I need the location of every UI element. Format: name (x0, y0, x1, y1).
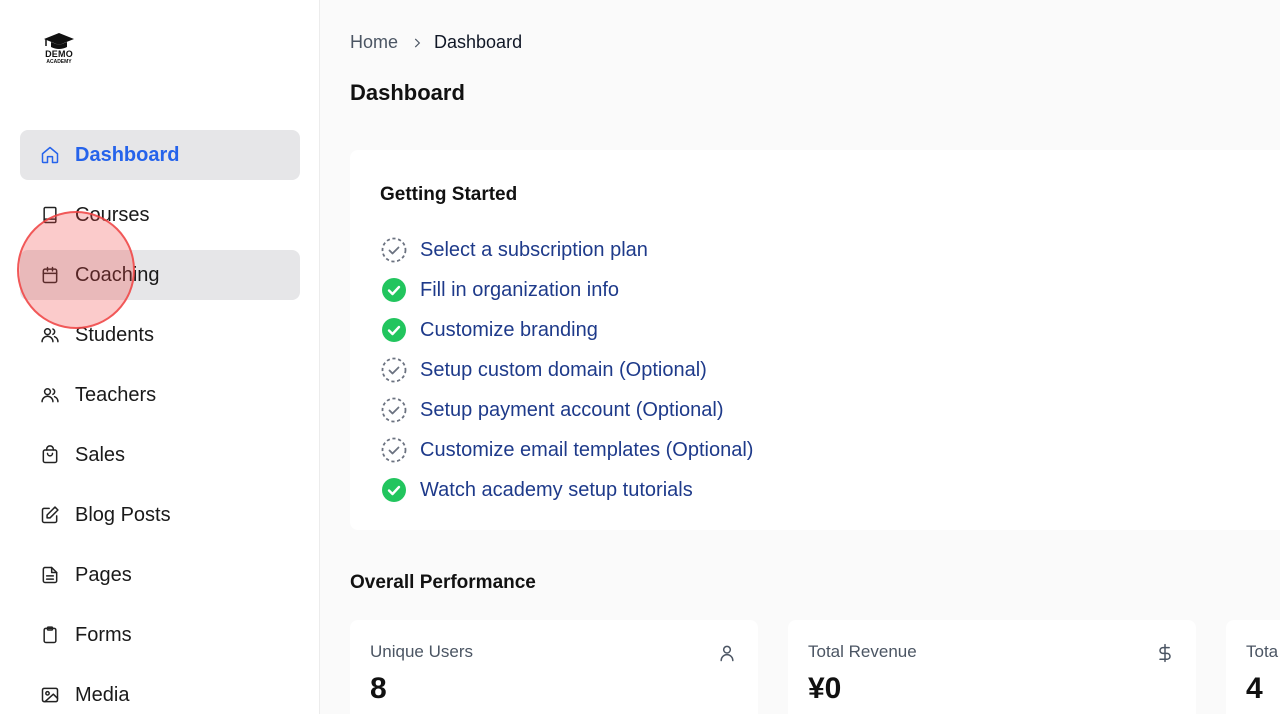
book-icon (40, 205, 60, 225)
task-item[interactable]: Setup payment account (Optional) (380, 390, 753, 430)
sidebar-item-students[interactable]: Students (20, 310, 300, 360)
dashed-check-circle-icon (380, 396, 408, 424)
academy-logo[interactable]: DEMO ACADEMY (40, 32, 78, 72)
main-content: Home Dashboard Dashboard Getting Started… (320, 0, 1280, 714)
task-link[interactable]: Setup payment account (Optional) (420, 399, 724, 422)
calendar-icon (40, 265, 60, 285)
sidebar-item-dashboard[interactable]: Dashboard (20, 130, 300, 180)
clipboard-icon (40, 625, 60, 645)
sidebar-item-teachers[interactable]: Teachers (20, 370, 300, 420)
task-link[interactable]: Fill in organization info (420, 279, 619, 302)
task-link[interactable]: Customize branding (420, 319, 598, 342)
stat-label: Total Revenue (808, 642, 917, 661)
file-text-icon (40, 565, 60, 585)
sidebar-item-label: Media (75, 683, 130, 706)
breadcrumb: Home Dashboard (350, 32, 522, 53)
shopping-bag-icon (40, 445, 60, 465)
stat-card-total: Tota 4 (1226, 620, 1280, 714)
user-icon (716, 642, 738, 664)
sidebar: DEMO ACADEMY Dashboard Courses Coaching (0, 0, 320, 714)
check-circle-icon (380, 276, 408, 304)
sidebar-item-label: Forms (75, 623, 132, 646)
sidebar-item-label: Pages (75, 563, 132, 586)
stat-value: 4 (1246, 672, 1263, 705)
stat-card-total-revenue: Total Revenue ¥0 (788, 620, 1196, 714)
task-item[interactable]: Customize branding (380, 310, 753, 350)
breadcrumb-home-link[interactable]: Home (350, 32, 398, 53)
breadcrumb-current: Dashboard (434, 32, 523, 52)
task-item[interactable]: Watch academy setup tutorials (380, 470, 753, 510)
stat-card-unique-users: Unique Users 8 (350, 620, 758, 714)
logo-text-primary: DEMO (45, 49, 73, 59)
dashed-check-circle-icon (380, 236, 408, 264)
sidebar-item-sales[interactable]: Sales (20, 430, 300, 480)
task-item[interactable]: Customize email templates (Optional) (380, 430, 753, 470)
check-circle-icon (380, 476, 408, 504)
sidebar-item-courses[interactable]: Courses (20, 190, 300, 240)
sidebar-item-label: Dashboard (75, 143, 180, 166)
home-icon (40, 145, 60, 165)
sidebar-item-label: Coaching (75, 263, 160, 286)
stat-label: Tota (1246, 642, 1279, 661)
stat-value: ¥0 (808, 672, 842, 705)
dashed-check-circle-icon (380, 436, 408, 464)
task-link[interactable]: Select a subscription plan (420, 239, 648, 262)
sidebar-item-blog-posts[interactable]: Blog Posts (20, 490, 300, 540)
task-link[interactable]: Customize email templates (Optional) (420, 439, 753, 462)
getting-started-title: Getting Started (380, 184, 518, 205)
task-item[interactable]: Select a subscription plan (380, 230, 753, 270)
sidebar-item-label: Courses (75, 203, 150, 226)
users-icon (40, 325, 60, 345)
dollar-icon (1154, 642, 1176, 664)
sidebar-item-pages[interactable]: Pages (20, 550, 300, 600)
image-icon (40, 685, 60, 705)
sidebar-item-coaching[interactable]: Coaching (20, 250, 300, 300)
sidebar-item-label: Students (75, 323, 154, 346)
graduation-cap-icon (44, 33, 74, 49)
task-item[interactable]: Setup custom domain (Optional) (380, 350, 753, 390)
performance-title: Overall Performance (350, 572, 536, 593)
page-title: Dashboard (350, 80, 465, 105)
task-link[interactable]: Setup custom domain (Optional) (420, 359, 707, 382)
users-icon (40, 385, 60, 405)
sidebar-nav: Dashboard Courses Coaching Students Teac… (20, 130, 300, 714)
task-link[interactable]: Watch academy setup tutorials (420, 479, 693, 502)
task-list: Select a subscription plan Fill in organi… (380, 230, 753, 510)
sidebar-item-label: Blog Posts (75, 503, 171, 526)
stat-label: Unique Users (370, 642, 473, 661)
logo-text-secondary: ACADEMY (46, 59, 72, 65)
sidebar-item-media[interactable]: Media (20, 670, 300, 714)
task-item[interactable]: Fill in organization info (380, 270, 753, 310)
sidebar-item-label: Teachers (75, 383, 157, 406)
sidebar-item-label: Sales (75, 443, 126, 466)
dashed-check-circle-icon (380, 356, 408, 384)
stat-value: 8 (370, 672, 387, 705)
check-circle-icon (380, 316, 408, 344)
chevron-right-icon (410, 36, 424, 50)
sidebar-item-forms[interactable]: Forms (20, 610, 300, 660)
edit-icon (40, 505, 60, 525)
getting-started-card: Getting Started Select a subscription pl… (350, 150, 1280, 530)
